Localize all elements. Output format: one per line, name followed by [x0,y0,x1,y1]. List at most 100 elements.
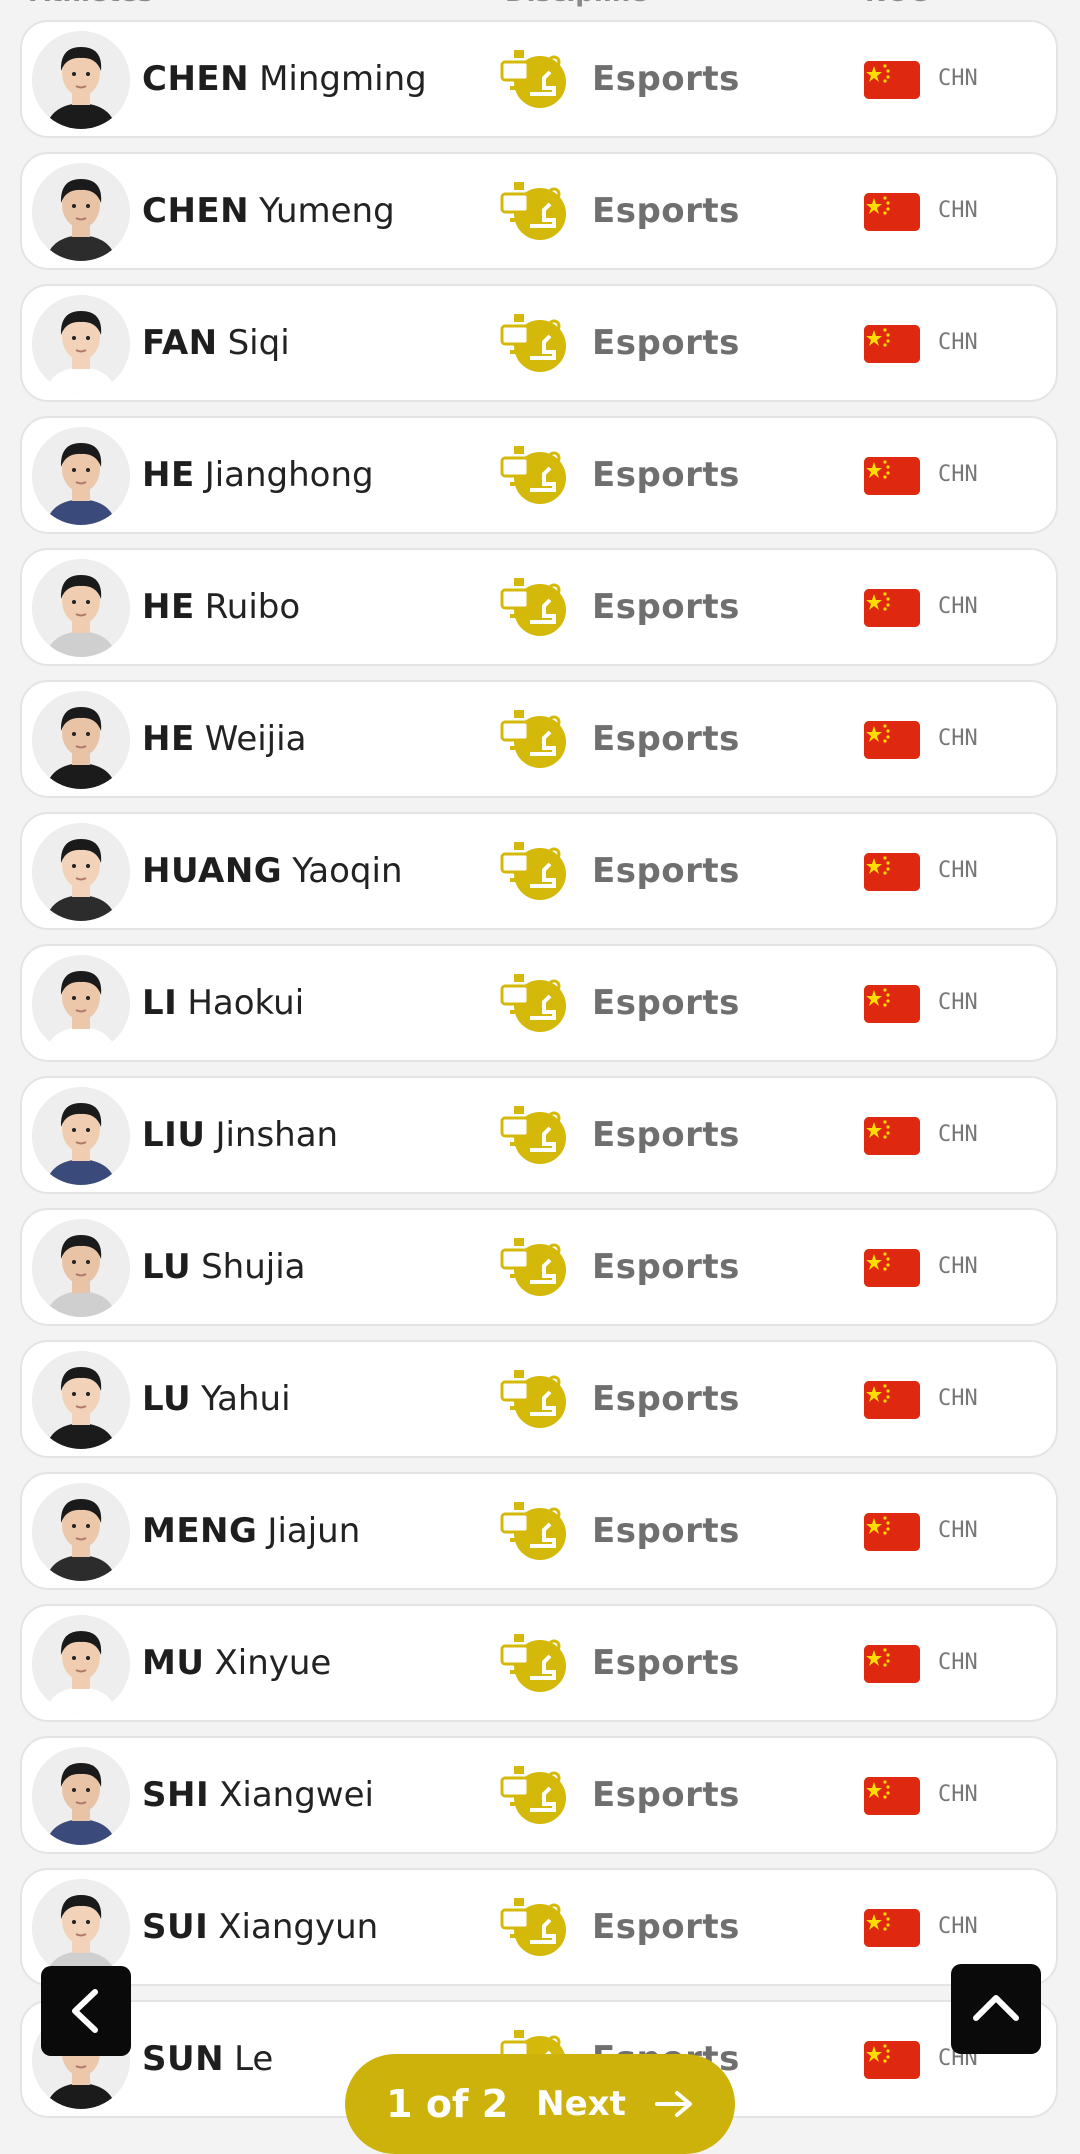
athlete-row[interactable]: MU Xinyue Esports CHN [20,1604,1058,1722]
athlete-name[interactable]: HUANG Yaoqin [142,814,403,928]
discipline-label: Esports [592,59,740,99]
family-name: LU [142,1247,192,1287]
athlete-name[interactable]: LU Shujia [142,1210,305,1324]
family-name: HE [142,455,195,495]
china-flag-icon [864,1513,920,1551]
athlete-name[interactable]: CHEN Mingming [142,22,427,136]
china-flag-icon [864,61,920,99]
noc-code: CHN [938,1386,978,1411]
person-portrait-icon [32,1615,130,1713]
page-count: 1 of 2 [386,2082,509,2126]
discipline-label: Esports [592,1775,740,1815]
athlete-photo [32,1747,130,1845]
athlete-row[interactable]: FAN Siqi Esports CHN [20,284,1058,402]
discipline-label: Esports [592,587,740,627]
athlete-photo [32,163,130,261]
athlete-name[interactable]: LU Yahui [142,1342,291,1456]
family-name: SHI [142,1775,210,1815]
esports-pictogram-icon [500,578,566,636]
athlete-row[interactable]: SHI Xiangwei Esports CHN [20,1736,1058,1854]
back-button[interactable] [41,1966,131,2056]
person-portrait-icon [32,1879,130,1977]
athlete-row[interactable]: LI Haokui Esports CHN [20,944,1058,1062]
athlete-row[interactable]: HUANG Yaoqin Esports CHN [20,812,1058,930]
person-portrait-icon [32,1747,130,1845]
family-name: HE [142,719,195,759]
china-flag-icon [864,1249,920,1287]
family-name: LU [142,1379,192,1419]
given-name: Le [234,2039,274,2079]
arrow-right-icon [654,2091,692,2117]
family-name: CHEN [142,59,250,99]
given-name: Mingming [259,59,427,99]
given-name: Jinshan [215,1115,339,1155]
header-athletes: Athletes [30,0,153,8]
esports-pictogram-icon [500,1106,566,1164]
discipline-label: Esports [592,1511,740,1551]
person-portrait-icon [32,31,130,129]
noc-code: CHN [938,726,978,751]
given-name: Jiajun [267,1511,361,1551]
china-flag-icon [864,853,920,891]
athlete-photo [32,823,130,921]
athlete-row[interactable]: SUI Xiangyun Esports CHN [20,1868,1058,1986]
athlete-row[interactable]: LU Yahui Esports CHN [20,1340,1058,1458]
china-flag-icon [864,1909,920,1947]
athlete-row[interactable]: HE Ruibo Esports CHN [20,548,1058,666]
athlete-name[interactable]: SUI Xiangyun [142,1870,378,1984]
athlete-name[interactable]: MU Xinyue [142,1606,331,1720]
china-flag-icon [864,325,920,363]
athlete-row[interactable]: LIU Jinshan Esports CHN [20,1076,1058,1194]
esports-pictogram-icon [500,1898,566,1956]
athlete-photo [32,955,130,1053]
given-name: Ruibo [204,587,301,627]
athlete-photo [32,1219,130,1317]
athlete-name[interactable]: HE Weijia [142,682,306,796]
person-portrait-icon [32,1351,130,1449]
noc-code: CHN [938,198,978,223]
athlete-name[interactable]: MENG Jiajun [142,1474,360,1588]
chevron-left-icon [72,1989,98,2033]
china-flag-icon [864,457,920,495]
family-name: MU [142,1643,205,1683]
athlete-name[interactable]: SUN Le [142,2002,273,2116]
family-name: FAN [142,323,218,363]
athlete-row[interactable]: HE Jianghong Esports CHN [20,416,1058,534]
discipline-label: Esports [592,1379,740,1419]
given-name: Shujia [201,1247,306,1287]
athlete-photo [32,1351,130,1449]
athlete-row[interactable]: HE Weijia Esports CHN [20,680,1058,798]
scroll-to-top-button[interactable] [951,1964,1041,2054]
given-name: Xiangwei [219,1775,374,1815]
esports-pictogram-icon [500,314,566,372]
athlete-name[interactable]: LIU Jinshan [142,1078,338,1192]
athlete-row[interactable]: MENG Jiajun Esports CHN [20,1472,1058,1590]
athlete-name[interactable]: LI Haokui [142,946,304,1060]
given-name: Yumeng [259,191,395,231]
athlete-row[interactable]: CHEN Yumeng Esports CHN [20,152,1058,270]
athlete-row[interactable]: CHEN Mingming Esports CHN [20,20,1058,138]
athlete-photo [32,1087,130,1185]
table-header: Athletes Discipline NOC [0,0,1080,18]
family-name: SUN [142,2039,225,2079]
athlete-photo [32,1483,130,1581]
china-flag-icon [864,1117,920,1155]
noc-code: CHN [938,66,978,91]
esports-pictogram-icon [500,1634,566,1692]
athlete-name[interactable]: SHI Xiangwei [142,1738,374,1852]
athlete-name[interactable]: HE Jianghong [142,418,374,532]
discipline-label: Esports [592,455,740,495]
athlete-row[interactable]: LU Shujia Esports CHN [20,1208,1058,1326]
family-name: LIU [142,1115,206,1155]
athlete-name[interactable]: HE Ruibo [142,550,300,664]
family-name: SUI [142,1907,209,1947]
esports-pictogram-icon [500,842,566,900]
china-flag-icon [864,985,920,1023]
athlete-name[interactable]: FAN Siqi [142,286,290,400]
given-name: Siqi [227,323,290,363]
person-portrait-icon [32,427,130,525]
athlete-name[interactable]: CHEN Yumeng [142,154,395,268]
given-name: Yahui [201,1379,291,1419]
pagination-next-button[interactable]: 1 of 2 Next [345,2054,735,2154]
noc-code: CHN [938,1254,978,1279]
